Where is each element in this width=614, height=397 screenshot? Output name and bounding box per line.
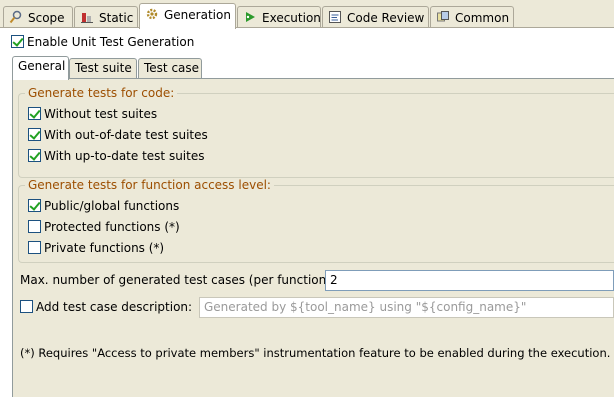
- common-icon: [435, 10, 451, 24]
- tab-scope[interactable]: Scope: [3, 6, 73, 27]
- footnote: (*) Requires "Access to private members"…: [20, 346, 611, 360]
- enable-unit-test-generation[interactable]: Enable Unit Test Generation: [11, 35, 194, 49]
- tab-execution-label: Execution: [262, 11, 321, 25]
- up-to-date-test-suites-label: With up-to-date test suites: [44, 149, 205, 163]
- out-of-date-test-suites-label: With out-of-date test suites: [44, 128, 208, 142]
- tab-static-label: Static: [99, 11, 134, 25]
- protected-functions-checkbox[interactable]: [28, 220, 41, 233]
- access-level-group-title: Generate tests for function access level…: [25, 178, 274, 192]
- subtab-test-case-label: Test case: [144, 61, 200, 75]
- subtab-test-case[interactable]: Test case: [138, 58, 202, 78]
- without-test-suites-checkbox[interactable]: [28, 107, 41, 120]
- code-review-icon: [327, 10, 343, 24]
- subtab-test-suite-label: Test suite: [75, 61, 132, 75]
- tab-scope-label: Scope: [28, 11, 65, 25]
- enable-unit-test-generation-checkbox[interactable]: [11, 35, 24, 48]
- add-test-case-description-checkbox[interactable]: [20, 300, 33, 313]
- gear-icon: [144, 7, 160, 21]
- tab-generation[interactable]: Generation: [139, 3, 236, 29]
- public-functions-checkbox[interactable]: [28, 199, 41, 212]
- add-test-case-description-label: Add test case description:: [36, 300, 193, 314]
- public-functions-label: Public/global functions: [44, 199, 180, 213]
- subtab-test-suite[interactable]: Test suite: [69, 58, 137, 78]
- private-functions-checkbox[interactable]: [28, 241, 41, 254]
- option-out-of-date-test-suites[interactable]: With out-of-date test suites: [28, 128, 208, 142]
- max-test-cases-input[interactable]: 2: [325, 270, 614, 291]
- static-icon: [79, 10, 95, 24]
- option-up-to-date-test-suites[interactable]: With up-to-date test suites: [28, 149, 204, 163]
- tab-common-label: Common: [455, 11, 510, 25]
- tab-static[interactable]: Static: [74, 6, 138, 27]
- tab-code-review-label: Code Review: [347, 11, 425, 25]
- tab-execution[interactable]: Execution: [237, 6, 321, 27]
- subtab-general-label: General: [18, 59, 66, 73]
- without-test-suites-label: Without test suites: [44, 107, 158, 121]
- add-test-case-description[interactable]: Add test case description:: [20, 300, 192, 314]
- tab-generation-label: Generation: [164, 8, 231, 22]
- enable-unit-test-generation-label: Enable Unit Test Generation: [27, 35, 195, 49]
- subtab-general[interactable]: General: [12, 56, 69, 80]
- max-test-cases-label: Max. number of generated test cases (per…: [20, 273, 335, 287]
- code-group-title: Generate tests for code:: [25, 86, 178, 100]
- option-public-functions[interactable]: Public/global functions: [28, 199, 179, 213]
- protected-functions-label: Protected functions (*): [44, 220, 180, 234]
- option-without-test-suites[interactable]: Without test suites: [28, 107, 157, 121]
- scope-icon: [8, 10, 24, 24]
- tab-code-review[interactable]: Code Review: [322, 6, 429, 27]
- up-to-date-test-suites-checkbox[interactable]: [28, 149, 41, 162]
- tab-common[interactable]: Common: [430, 6, 514, 27]
- option-protected-functions[interactable]: Protected functions (*): [28, 220, 180, 234]
- out-of-date-test-suites-checkbox[interactable]: [28, 128, 41, 141]
- execution-icon: [242, 10, 258, 24]
- test-case-description-input[interactable]: Generated by ${tool_name} using "${confi…: [199, 297, 614, 318]
- private-functions-label: Private functions (*): [44, 241, 165, 255]
- option-private-functions[interactable]: Private functions (*): [28, 241, 164, 255]
